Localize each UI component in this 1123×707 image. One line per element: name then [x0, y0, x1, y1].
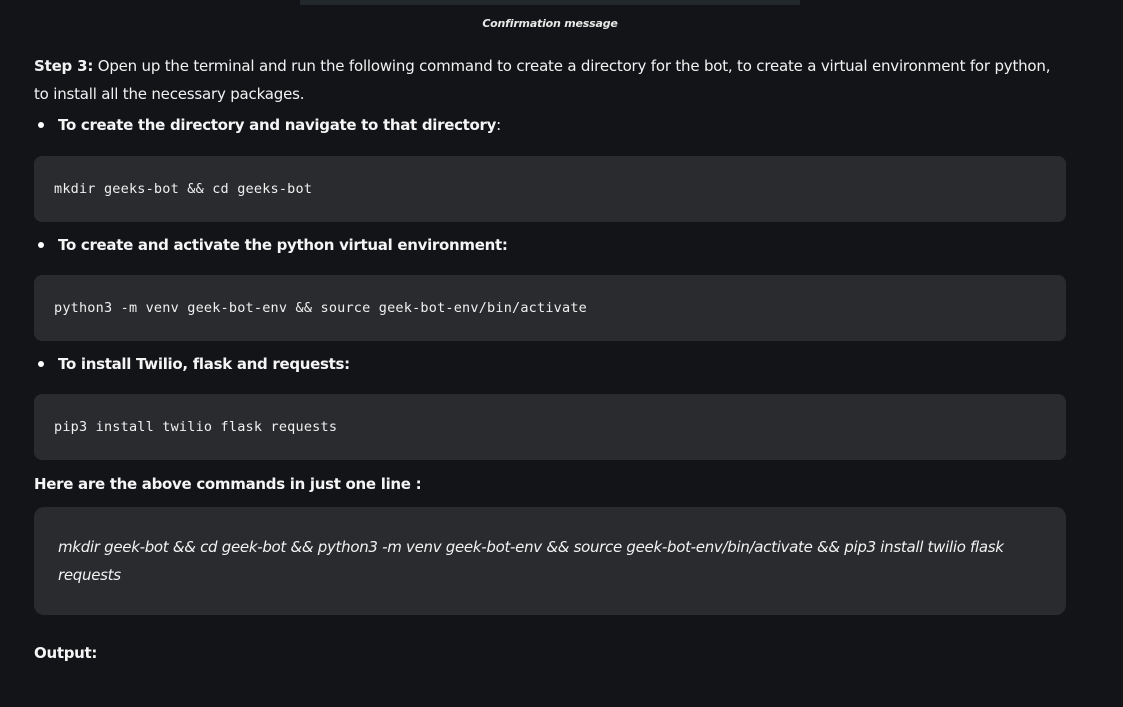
image-caption: Confirmation message	[482, 17, 618, 30]
code-text: python3 -m venv geek-bot-env && source g…	[54, 300, 587, 316]
code-block-pip-install[interactable]: pip3 install twilio flask requests	[34, 394, 1066, 460]
code-block-venv[interactable]: python3 -m venv geek-bot-env && source g…	[34, 275, 1066, 341]
bullet-label: To create the directory and navigate to …	[58, 116, 497, 134]
one-line-heading: Here are the above commands in just one …	[34, 475, 422, 493]
code-text: mkdir geeks-bot && cd geeks-bot	[54, 181, 313, 197]
article-content: Step 3: Open up the terminal and run the…	[34, 52, 1066, 662]
bullet-item-create-directory: To create the directory and navigate to …	[38, 116, 1066, 134]
one-line-command-block[interactable]: mkdir geek-bot && cd geek-bot && python3…	[34, 507, 1066, 615]
step-paragraph: Step 3: Open up the terminal and run the…	[34, 52, 1066, 108]
bullet-label: To create and activate the python virtua…	[58, 236, 508, 254]
output-heading: Output:	[34, 644, 98, 662]
bullet-dot-icon	[38, 242, 44, 248]
step-label: Step 3:	[34, 57, 94, 75]
code-text: pip3 install twilio flask requests	[54, 419, 338, 435]
previous-image-bottom-edge	[300, 0, 800, 5]
step-text: Open up the terminal and run the followi…	[34, 57, 1051, 103]
code-block-mkdir[interactable]: mkdir geeks-bot && cd geeks-bot	[34, 156, 1066, 222]
one-line-command-text: mkdir geek-bot && cd geek-bot && python3…	[58, 538, 1004, 584]
bullet-suffix: :	[496, 116, 501, 134]
bullet-label: To install Twilio, flask and requests:	[58, 355, 350, 373]
bullet-dot-icon	[38, 361, 44, 367]
bullet-item-virtual-env: To create and activate the python virtua…	[38, 236, 1066, 254]
bullet-dot-icon	[38, 122, 44, 128]
bullet-item-install-packages: To install Twilio, flask and requests:	[38, 355, 1066, 373]
